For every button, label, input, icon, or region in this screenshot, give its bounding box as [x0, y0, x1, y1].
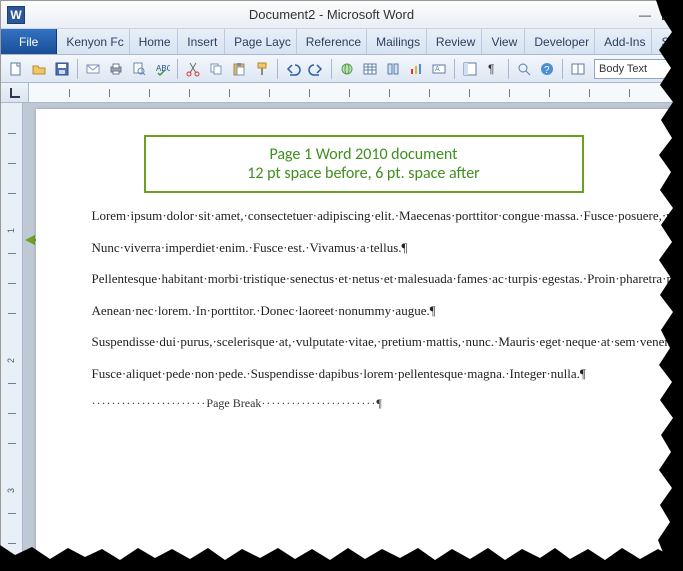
minimize-button[interactable]: —: [636, 8, 654, 22]
save-button[interactable]: [51, 58, 73, 80]
separator: [277, 59, 278, 79]
chart-button[interactable]: [405, 58, 427, 80]
titlebar: W Document2 - Microsoft Word —: [1, 1, 682, 29]
separator: [508, 59, 509, 79]
format-painter-button[interactable]: [251, 58, 273, 80]
callout-line2: 12 pt space before, 6 pt. space after: [170, 164, 558, 183]
cut-button[interactable]: [182, 58, 204, 80]
print-preview-button[interactable]: [128, 58, 150, 80]
page-break-label: Page Break: [206, 396, 261, 410]
paragraph[interactable]: Aenean·nec·lorem.·In·porttitor.·Donec·la…: [92, 302, 636, 320]
annotation-callout: Page 1 Word 2010 document 12 pt space be…: [144, 135, 584, 193]
zoom-button[interactable]: [513, 58, 535, 80]
paragraph[interactable]: Suspendisse·dui·purus,·scelerisque·at,·v…: [92, 333, 636, 351]
tab-stop-selector[interactable]: [1, 83, 29, 102]
vruler-num: 2: [6, 358, 16, 363]
separator: [331, 59, 332, 79]
quick-access-toolbar: ABC A ¶ ? Body Text: [1, 55, 682, 83]
app-icon: W: [7, 6, 25, 24]
tab-references[interactable]: Reference: [297, 29, 367, 54]
paragraph[interactable]: Fusce·aliquet·pede·non·pede.·Suspendisse…: [92, 365, 636, 383]
print-button[interactable]: [105, 58, 127, 80]
table-button[interactable]: [359, 58, 381, 80]
tab-view[interactable]: View: [482, 29, 525, 54]
style-combo-value: Body Text: [599, 63, 647, 75]
svg-text:A: A: [435, 66, 440, 73]
style-combo[interactable]: Body Text: [594, 59, 678, 79]
column-button[interactable]: [382, 58, 404, 80]
insert-link-button[interactable]: [336, 58, 358, 80]
paragraph[interactable]: Lorem·ipsum·dolor·sit·amet,·consectetuer…: [92, 207, 636, 225]
doc-map-button[interactable]: [459, 58, 481, 80]
paragraph[interactable]: Pellentesque·habitant·morbi·tristique·se…: [92, 270, 636, 288]
callout-line1: Page 1 Word 2010 document: [170, 145, 558, 164]
vruler-num: 1: [6, 228, 16, 233]
tab-insert[interactable]: Insert: [178, 29, 225, 54]
read-mode-button[interactable]: [567, 58, 589, 80]
separator: [77, 59, 78, 79]
maximize-button[interactable]: [658, 8, 676, 22]
vruler-num: 3: [6, 488, 16, 493]
separator: [177, 59, 178, 79]
tab-addins[interactable]: Add-Ins: [595, 29, 652, 54]
ribbon-tabs: File Kenyon Fc Home Insert Page Layc Ref…: [1, 29, 682, 55]
work-area: 1 2 3 Page 1 Word 2010 document 12 pt sp…: [1, 103, 682, 569]
page-break-marker[interactable]: Page Break¶: [92, 396, 636, 411]
tab-review[interactable]: Review: [427, 29, 483, 54]
ruler-horizontal-bar: [1, 83, 682, 103]
show-formatting-button[interactable]: ¶: [482, 58, 504, 80]
help-button[interactable]: ?: [536, 58, 558, 80]
separator: [454, 59, 455, 79]
redo-button[interactable]: [305, 58, 327, 80]
open-button[interactable]: [28, 58, 50, 80]
ruler-vertical[interactable]: 1 2 3: [1, 103, 23, 569]
tab-overflow[interactable]: St: [652, 29, 682, 54]
tab-page-layout[interactable]: Page Layc: [225, 29, 297, 54]
new-doc-button[interactable]: [5, 58, 27, 80]
paste-button[interactable]: [228, 58, 250, 80]
ruler-horizontal[interactable]: [29, 83, 682, 102]
tab-file[interactable]: File: [1, 29, 57, 54]
document-viewport[interactable]: Page 1 Word 2010 document 12 pt space be…: [23, 103, 682, 569]
mail-button[interactable]: [82, 58, 104, 80]
undo-button[interactable]: [282, 58, 304, 80]
app-window: W Document2 - Microsoft Word — File Keny…: [0, 0, 683, 570]
tab-kenyon[interactable]: Kenyon Fc: [57, 29, 129, 54]
tab-mailings[interactable]: Mailings: [367, 29, 427, 54]
separator: [562, 59, 563, 79]
svg-text:¶: ¶: [488, 62, 494, 76]
tab-developer[interactable]: Developer: [525, 29, 595, 54]
textbox-button[interactable]: A: [428, 58, 450, 80]
paragraph[interactable]: Nunc·viverra·imperdiet·enim.·Fusce·est.·…: [92, 239, 636, 257]
window-title: Document2 - Microsoft Word: [31, 7, 632, 22]
page-1[interactable]: Page 1 Word 2010 document 12 pt space be…: [36, 109, 676, 569]
spellcheck-button[interactable]: ABC: [151, 58, 173, 80]
copy-button[interactable]: [205, 58, 227, 80]
svg-text:?: ?: [544, 65, 550, 76]
tab-home[interactable]: Home: [130, 29, 179, 54]
